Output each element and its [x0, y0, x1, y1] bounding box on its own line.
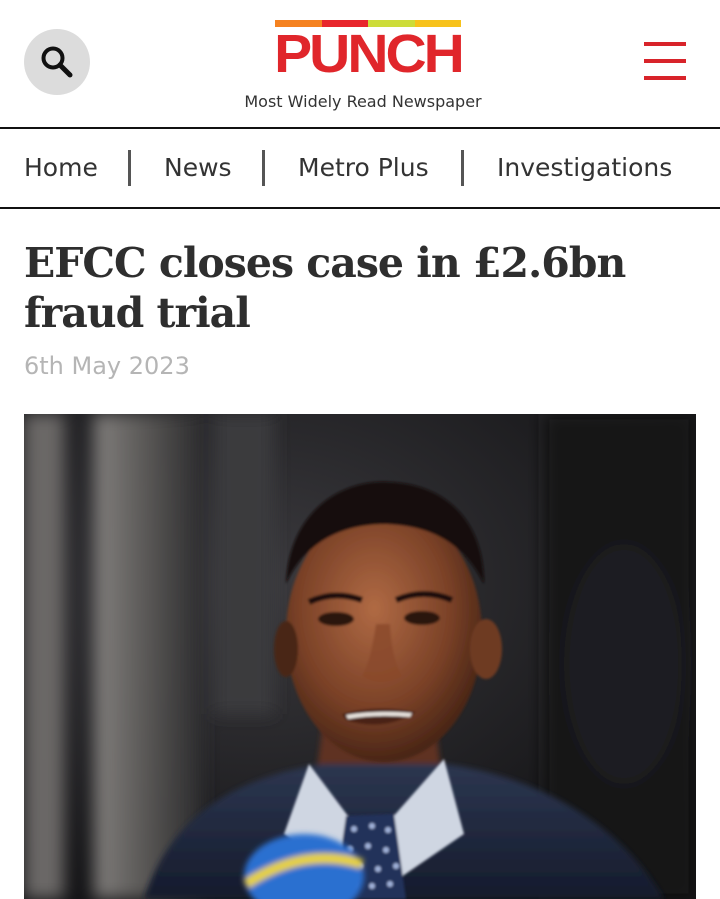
- search-button[interactable]: [24, 29, 90, 95]
- nav-item-metro-plus[interactable]: Metro Plus: [298, 150, 429, 186]
- article-title: EFCC closes case in £2.6bn fraud trial: [24, 239, 626, 337]
- nav-item-home[interactable]: Home: [24, 150, 98, 186]
- nav-separator: [128, 150, 131, 186]
- search-icon: [41, 46, 73, 78]
- site-header: PUNCH Most Widely Read Newspaper: [0, 0, 720, 128]
- article-date: 6th May 2023: [24, 352, 190, 380]
- nav-item-news[interactable]: News: [164, 150, 232, 186]
- header-divider: [0, 127, 720, 129]
- punch-logo[interactable]: PUNCH: [272, 20, 465, 85]
- hamburger-menu-icon[interactable]: [642, 42, 688, 82]
- nav-item-investigations[interactable]: Investigations: [497, 150, 672, 186]
- nav-divider: [0, 207, 720, 209]
- site-tagline: Most Widely Read Newspaper: [244, 92, 482, 111]
- nav-separator: [461, 150, 464, 186]
- main-nav: Home News Metro Plus Investigations: [0, 130, 720, 207]
- article-photo: [24, 414, 696, 899]
- nav-separator: [262, 150, 265, 186]
- logo-text: PUNCH: [274, 23, 465, 85]
